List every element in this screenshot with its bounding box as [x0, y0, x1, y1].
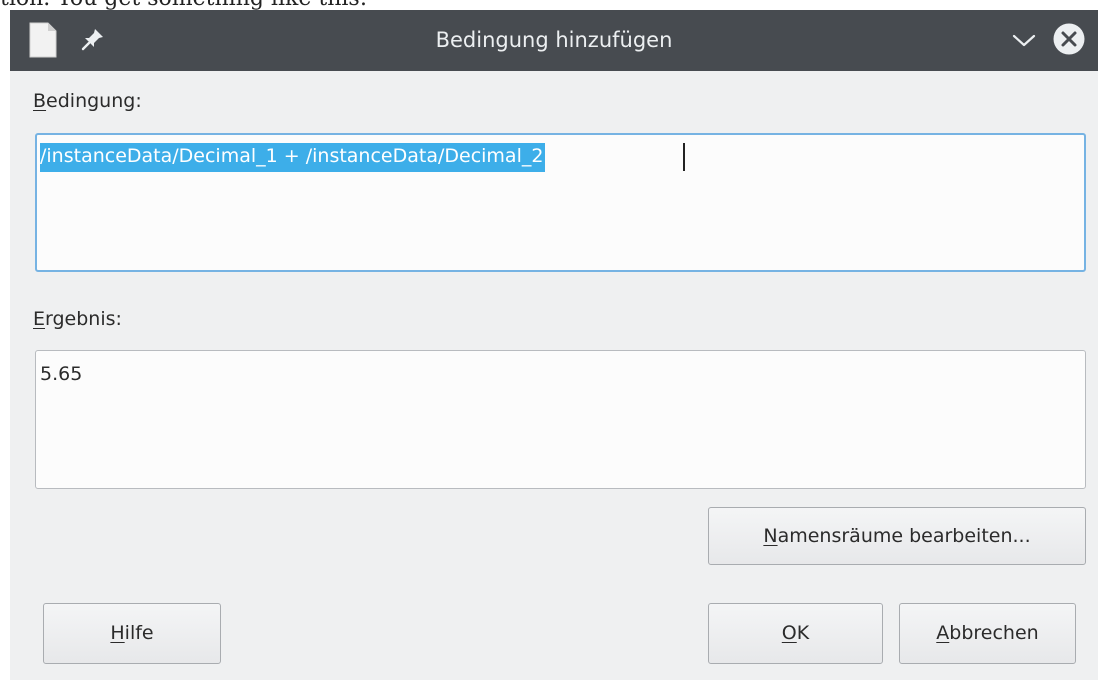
title-bar[interactable]: Bedingung hinzufügen: [10, 10, 1098, 71]
condition-selected-text: /instanceData/Decimal_1 + /instanceData/…: [40, 143, 546, 172]
close-icon[interactable]: [1052, 22, 1086, 56]
cancel-button[interactable]: Abbrechen: [899, 603, 1076, 664]
result-value: 5.65: [40, 363, 83, 385]
window-title: Bedingung hinzufügen: [435, 28, 673, 52]
result-textarea[interactable]: 5.65: [35, 350, 1086, 489]
help-button[interactable]: Hilfe: [43, 603, 221, 664]
result-label: Ergebnis:: [33, 308, 122, 330]
chevron-down-icon[interactable]: [1010, 28, 1038, 52]
ok-button[interactable]: OK: [708, 603, 883, 664]
add-condition-dialog: Bedingung hinzufügen Bedingung: /instanc…: [10, 10, 1098, 680]
edit-namespaces-button[interactable]: Namensräume bearbeiten...: [708, 507, 1086, 565]
condition-label: Bedingung:: [33, 90, 142, 112]
text-caret: [683, 143, 685, 171]
condition-textarea[interactable]: /instanceData/Decimal_1 + /instanceData/…: [35, 133, 1086, 272]
